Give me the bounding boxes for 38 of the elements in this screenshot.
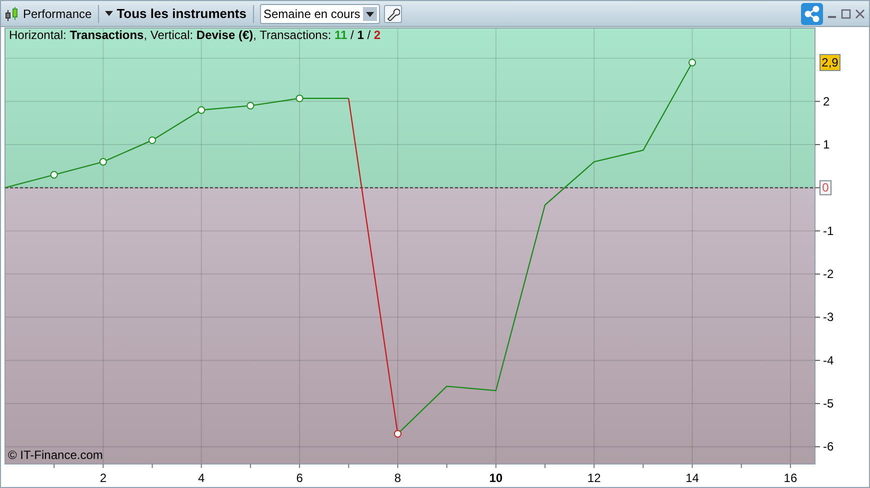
current-value-label: 2,9	[820, 54, 840, 72]
x-tick-label: 4	[198, 471, 205, 485]
y-tick-label: -5	[823, 396, 834, 411]
x-tick-label: 2	[100, 471, 107, 485]
period-select[interactable]: Semaine en cours	[260, 4, 380, 24]
y-tick-label: -4	[823, 353, 834, 368]
close-icon[interactable]	[855, 8, 865, 18]
trade-marker	[50, 170, 58, 179]
dropdown-arrow-icon[interactable]	[104, 11, 113, 16]
x-tick-label: 8	[394, 471, 402, 485]
x-tick-label: 6	[296, 471, 303, 485]
trade-marker	[148, 136, 156, 144]
share-button[interactable]	[801, 2, 823, 24]
trade-marker	[99, 158, 107, 166]
x-tick-label: 10	[489, 471, 503, 485]
y-tick-label: -6	[823, 440, 834, 454]
trade-marker	[198, 106, 206, 114]
instruments-menu[interactable]: Tous les instruments	[116, 6, 246, 21]
y-tick-label: -3	[823, 310, 834, 324]
module-title: Performance	[23, 6, 92, 20]
trade-marker	[394, 430, 402, 438]
y-tick-label: -2	[823, 267, 834, 282]
maximize-icon[interactable]	[841, 8, 851, 18]
trade-marker	[688, 58, 696, 66]
x-tick-label: 12	[587, 471, 601, 485]
y-tick-label: 0	[822, 180, 830, 195]
x-tick-label: 14	[686, 471, 699, 485]
y-tick-label: -1	[823, 224, 834, 238]
chart-info: Horizontal: Transactions, Vertical: Devise (€), Transactions: 11 / 1 / 2	[9, 28, 381, 42]
y-tick-label: 2	[823, 94, 830, 108]
trade-marker	[246, 102, 254, 110]
settings-button[interactable]	[384, 4, 402, 22]
copyright-text: © IT-Finance.com	[8, 448, 103, 462]
x-tick-label: 16	[784, 471, 798, 485]
zero-label: 0	[820, 180, 832, 196]
candlestick-icon	[5, 6, 19, 22]
y-tick-label: 1	[823, 138, 830, 152]
trade-marker	[296, 94, 304, 102]
